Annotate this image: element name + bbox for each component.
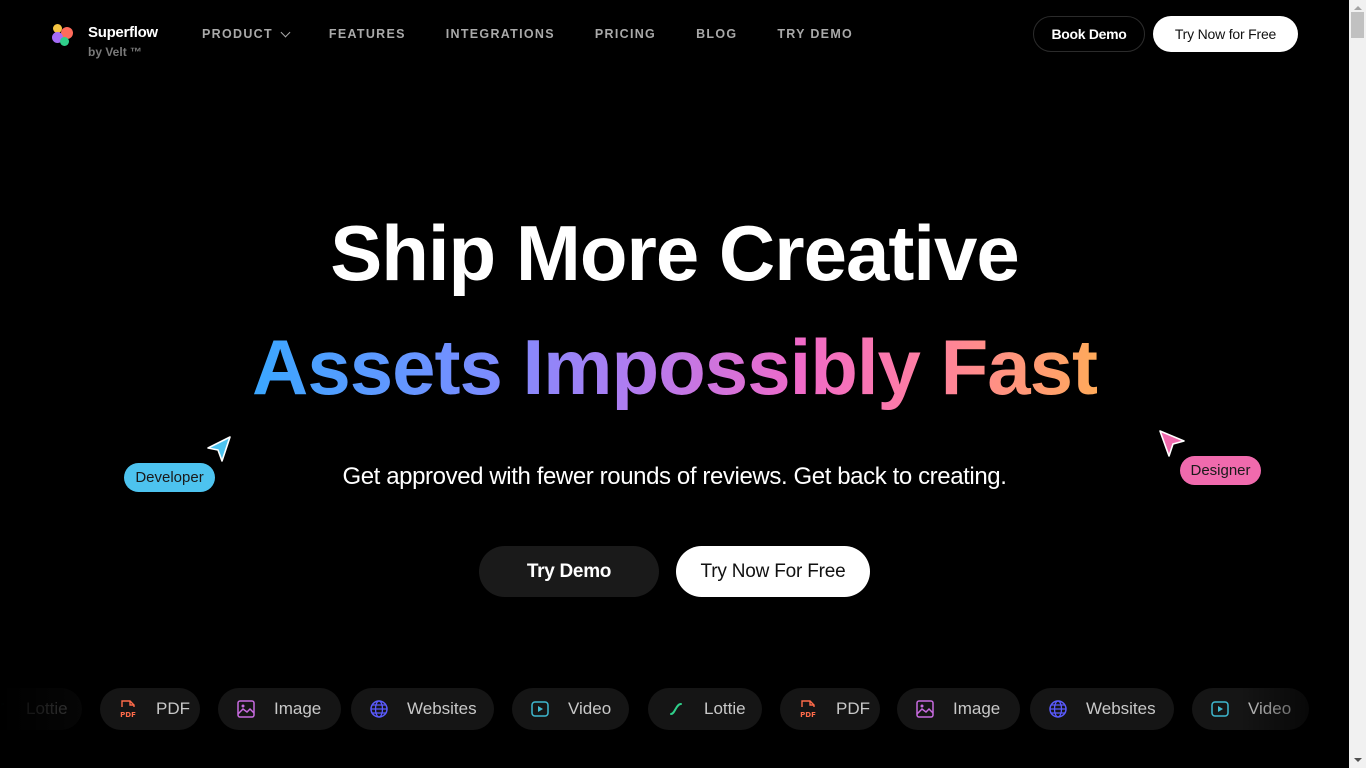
asset-chip-lottie: Lottie — [648, 688, 762, 730]
asset-chip-label: Lottie — [704, 699, 746, 718]
image-icon — [915, 699, 935, 719]
video-icon — [1210, 699, 1230, 719]
book-demo-button[interactable]: Book Demo — [1033, 16, 1145, 52]
asset-types-marquee: Lottie PDF PDF Image Websites Video Lott… — [0, 688, 1349, 730]
asset-chip-label: Video — [1248, 699, 1292, 718]
asset-chip-websites: Websites — [351, 688, 494, 730]
asset-chip-image: Image — [897, 688, 1020, 730]
svg-text:PDF: PDF — [120, 711, 136, 719]
asset-chip-pdf: PDF PDF — [780, 688, 880, 730]
asset-chip-image: Image — [218, 688, 341, 730]
asset-chip-pdf: PDF PDF — [100, 688, 200, 730]
nav-blog[interactable]: BLOG — [696, 27, 737, 41]
asset-chip-lottie: Lottie — [0, 688, 82, 730]
vertical-scrollbar[interactable] — [1349, 0, 1366, 768]
try-now-header-button[interactable]: Try Now for Free — [1153, 16, 1298, 52]
asset-chip-label: Websites — [1086, 699, 1156, 718]
pdf-icon: PDF — [118, 699, 138, 719]
nav-try-demo[interactable]: TRY DEMO — [777, 27, 853, 41]
try-demo-button[interactable]: Try Demo — [479, 546, 659, 597]
lottie-icon — [666, 699, 686, 719]
globe-icon — [369, 699, 389, 719]
superflow-logo-icon[interactable] — [52, 24, 74, 46]
asset-chip-websites: Websites — [1030, 688, 1174, 730]
brand-subtitle: by Velt ™ — [88, 45, 143, 59]
nav-product[interactable]: PRODUCT — [202, 27, 291, 41]
asset-chip-label: Websites — [407, 699, 477, 718]
hero-subtitle: Get approved with fewer rounds of review… — [342, 463, 1007, 490]
page: Superflow by Velt ™ PRODUCT FEATURES INT… — [0, 0, 1349, 768]
main-nav: PRODUCT FEATURES INTEGRATIONS PRICING BL… — [202, 27, 853, 41]
video-icon — [530, 699, 550, 719]
chevron-down-icon — [280, 27, 291, 37]
asset-chip-label: Video — [568, 699, 612, 718]
designer-cursor-icon — [1159, 430, 1185, 457]
asset-chip-video: Video — [512, 688, 629, 730]
image-icon — [236, 699, 256, 719]
scrollbar-thumb[interactable] — [1351, 12, 1364, 38]
scroll-down-arrow-icon[interactable] — [1349, 751, 1366, 768]
asset-chip-label: PDF — [836, 699, 870, 718]
nav-features[interactable]: FEATURES — [329, 27, 406, 41]
hero-title-line1: Ship More Creative — [330, 209, 1020, 297]
nav-integrations[interactable]: INTEGRATIONS — [446, 27, 555, 41]
svg-text:PDF: PDF — [800, 711, 816, 719]
asset-chip-video: Video — [1192, 688, 1309, 730]
lottie-icon — [0, 699, 8, 719]
asset-chip-label: Image — [953, 699, 1001, 718]
developer-cursor-icon — [207, 436, 231, 462]
hero-title-line2: Assets Impossibly Fast — [0, 322, 1349, 413]
nav-product-label: PRODUCT — [202, 27, 273, 41]
globe-icon — [1048, 699, 1068, 719]
asset-chip-label: Lottie — [26, 699, 68, 718]
brand-name[interactable]: Superflow — [88, 24, 158, 41]
asset-chip-label: Image — [274, 699, 322, 718]
nav-pricing[interactable]: PRICING — [595, 27, 656, 41]
try-now-free-button[interactable]: Try Now For Free — [676, 546, 870, 597]
pdf-icon: PDF — [798, 699, 818, 719]
asset-chip-label: PDF — [156, 699, 190, 718]
hero-gradient-text: Assets Impossibly Fast — [252, 323, 1098, 411]
